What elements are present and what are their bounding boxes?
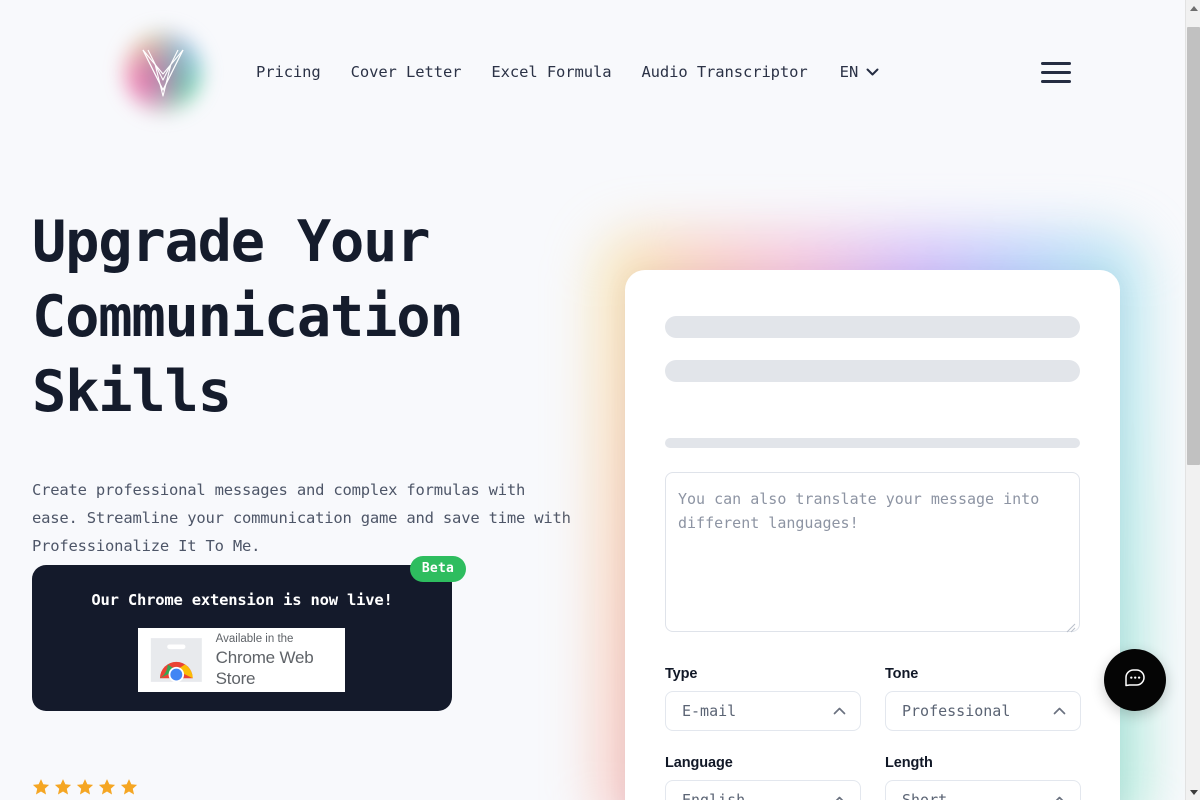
field-group-length: Length Short [885, 755, 1081, 800]
select-language[interactable]: English [665, 780, 861, 800]
chat-widget-button[interactable] [1104, 649, 1166, 711]
select-length[interactable]: Short [885, 780, 1081, 800]
site-logo[interactable] [122, 30, 204, 114]
options-grid: Type E-mail Tone Professional Language E… [665, 666, 1081, 800]
scroll-down-button[interactable] [1186, 784, 1200, 800]
hamburger-line [1041, 61, 1071, 65]
nav-item-cover-letter[interactable]: Cover Letter [351, 63, 462, 81]
hero-section: Upgrade Your Communication Skills Create… [32, 205, 612, 560]
select-type-value: E-mail [682, 702, 737, 720]
field-label-tone: Tone [885, 666, 919, 682]
chevron-up-icon [1053, 707, 1066, 715]
beta-badge: Beta [409, 556, 466, 582]
chrome-web-store-icon [150, 638, 202, 683]
field-group-tone: Tone Professional [885, 666, 1081, 755]
chevron-up-icon [833, 707, 846, 715]
chat-bubble-dots-icon [1125, 669, 1145, 687]
field-label-length: Length [885, 755, 933, 771]
chevron-down-icon [866, 68, 879, 75]
star-icon [76, 779, 94, 795]
page-viewport: Pricing Cover Letter Excel Formula Audio… [0, 0, 1185, 800]
hamburger-menu-icon[interactable] [1041, 57, 1071, 87]
nav-item-excel-formula[interactable]: Excel Formula [491, 63, 611, 81]
skeleton-placeholder-bar [665, 316, 1080, 338]
star-icon [32, 779, 50, 795]
store-badge-bottom-line: Chrome Web Store [215, 647, 314, 688]
chrome-web-store-button[interactable]: Available in the Chrome Web Store [138, 628, 345, 692]
hero-subtitle: Create professional messages and complex… [32, 481, 571, 555]
skeleton-placeholder-bar [665, 438, 1080, 448]
field-label-type: Type [665, 666, 698, 682]
select-tone-value: Professional [902, 702, 1011, 720]
site-header: Pricing Cover Letter Excel Formula Audio… [0, 0, 1185, 143]
star-icon [54, 779, 72, 795]
chrome-extension-card[interactable]: Beta Our Chrome extension is now live! A… [32, 556, 466, 711]
main-navigation: Pricing Cover Letter Excel Formula Audio… [256, 0, 879, 143]
rainbow-chevron-logo-icon [142, 49, 184, 97]
star-icon [120, 779, 138, 795]
scroll-up-button[interactable] [1186, 0, 1200, 16]
page-scrollbar[interactable] [1185, 0, 1200, 800]
chevron-up-icon [835, 796, 844, 800]
store-badge-top-line: Available in the [215, 632, 294, 645]
select-length-value: Short [902, 791, 948, 800]
field-group-type: Type E-mail [665, 666, 861, 755]
message-input[interactable] [665, 472, 1080, 632]
language-selector[interactable]: EN [840, 63, 880, 81]
field-label-language: Language [665, 755, 733, 771]
field-group-language: Language English [665, 755, 861, 800]
rating-stars [32, 778, 138, 796]
star-icon [98, 779, 116, 795]
scrollbar-thumb[interactable] [1187, 27, 1200, 465]
hamburger-line [1041, 70, 1071, 74]
nav-item-audio-transcriptor[interactable]: Audio Transcriptor [641, 63, 807, 81]
language-selector-value: EN [839, 62, 859, 81]
scroll-up-arrow-icon [1189, 5, 1198, 11]
chevron-up-icon [1055, 796, 1064, 800]
select-tone[interactable]: Professional [885, 691, 1081, 731]
select-language-value: English [682, 791, 746, 800]
hamburger-line [1041, 79, 1071, 83]
scroll-down-arrow-icon [1189, 789, 1198, 795]
page-title: Upgrade Your Communication Skills [32, 209, 464, 425]
message-generator-card: Type E-mail Tone Professional [625, 270, 1120, 800]
skeleton-placeholder-bar [665, 360, 1080, 382]
nav-item-pricing[interactable]: Pricing [256, 63, 321, 81]
extension-card-title: Our Chrome extension is now live! [91, 591, 393, 609]
select-type[interactable]: E-mail [665, 691, 861, 731]
